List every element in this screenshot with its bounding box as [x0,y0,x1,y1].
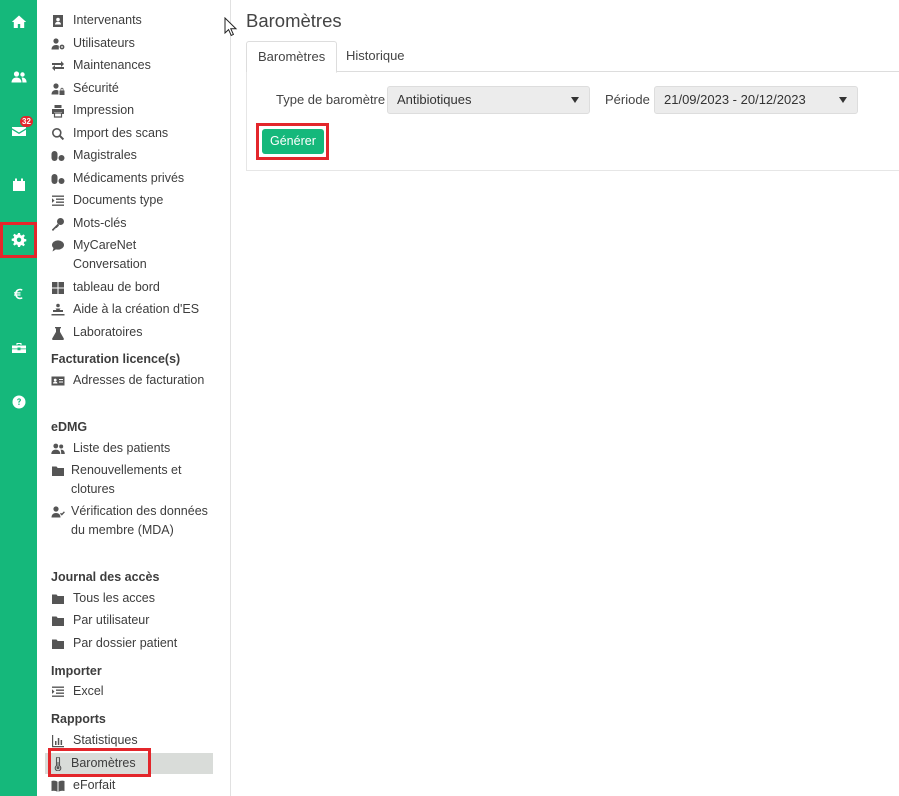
sidebar-item-intervenants[interactable]: Intervenants [47,11,213,30]
folder-icon [47,634,73,653]
nav-home[interactable] [0,4,37,40]
chevron-down-icon [571,97,579,103]
comment-icon [47,236,73,255]
euro-icon [13,288,22,300]
sidebar-item-impression[interactable]: Impression [47,101,213,120]
sidebar-item-statistiques[interactable]: Statistiques [47,731,213,750]
generer-button[interactable]: Générer [262,129,324,154]
section-importer-title: Importer [51,664,102,678]
book-icon [47,776,73,795]
section-edmg-title: eDMG [51,420,88,434]
nav-calendar[interactable] [0,167,37,203]
type-barometre-value: Antibiotiques [397,92,472,107]
sidebar-item-utilisateurs[interactable]: Utilisateurs [47,34,213,53]
main-content: Baromètres Baromètres Historique Type de… [232,0,899,796]
address-card-icon [47,371,73,390]
type-barometre-label: Type de baromètre [276,92,386,107]
type-barometre-select[interactable]: Antibiotiques [387,86,590,114]
exchange-icon [47,56,73,75]
icon-rail: 32 [0,0,37,796]
sidebar-item-renouvellements[interactable]: Renouvellements et clotures [47,461,213,499]
sidebar-item-medicaments-prives[interactable]: Médicaments privés [47,169,213,188]
thermometer-icon [45,753,71,774]
flask-icon [47,323,73,342]
pills-icon [47,169,73,188]
folder-icon [47,461,71,480]
sidebar-item-tableau-de-bord[interactable]: tableau de bord [47,278,213,297]
id-badge-icon [47,11,73,30]
sidebar-item-import-scans[interactable]: Import des scans [47,124,213,143]
tab-barometres[interactable]: Baromètres [246,41,338,73]
sidebar-item-par-dossier-patient[interactable]: Par dossier patient [47,634,213,653]
tab-bar: Baromètres Historique [246,41,899,73]
sidebar-item-securite[interactable]: Sécurité [47,79,213,98]
periode-select[interactable]: 21/09/2023 - 20/12/2023 [654,86,858,114]
sidebar-item-documents-type[interactable]: Documents type [47,191,213,210]
sidebar-item-mots-cles[interactable]: Mots-clés [47,214,213,233]
sidebar-item-verification-mda[interactable]: Vérification des données du membre (MDA) [47,502,213,540]
sidebar-item-maintenances[interactable]: Maintenances [47,56,213,75]
nav-billing[interactable] [0,276,37,312]
sidebar-item-tous-acces[interactable]: Tous les acces [47,589,213,608]
printer-icon [47,101,73,120]
bar-chart-icon [47,731,73,750]
user-cog-icon [47,34,73,53]
nav-users[interactable] [0,59,37,95]
home-icon [11,15,26,28]
toolbox-icon [11,343,26,353]
mouse-cursor-icon [224,17,238,37]
nav-messages[interactable]: 32 [0,113,37,149]
pills-icon [47,146,73,165]
folder-icon [47,589,73,608]
indent-icon [47,191,73,210]
users-icon [47,439,73,458]
sidebar-item-excel[interactable]: Excel [47,682,213,701]
section-journal-title: Journal des accès [51,570,160,584]
barometre-form-panel: Type de baromètre Antibiotiques Période … [246,72,899,171]
key-icon [47,214,73,233]
calendar-icon [12,178,25,191]
periode-value: 21/09/2023 - 20/12/2023 [664,92,806,107]
procedure-icon [47,300,73,319]
users-icon [11,71,27,83]
section-rapports-title: Rapports [51,712,106,726]
sidebar-item-eforfait[interactable]: eForfait [47,776,213,795]
chevron-down-icon [839,97,847,103]
sidebar-item-aide-creation-es[interactable]: Aide à la création d'ES [47,300,213,319]
help-icon [12,395,25,409]
sidebar-item-magistrales[interactable]: Magistrales [47,146,213,165]
dashboard-icon [47,278,73,297]
user-check-icon [47,502,71,521]
user-lock-icon [47,79,73,98]
search-icon [47,124,73,143]
nav-settings[interactable] [0,222,37,258]
sidebar-item-mycarenet[interactable]: MyCareNet Conversation [47,236,213,274]
unread-badge: 32 [20,116,33,127]
page-title: Baromètres [246,10,342,31]
sidebar-item-par-utilisateur[interactable]: Par utilisateur [47,611,213,630]
periode-label: Période [605,92,650,107]
section-facturation-title: Facturation licence(s) [51,352,181,366]
sidebar-item-barometres[interactable]: Baromètres [45,753,213,774]
indent-icon [47,682,73,701]
gear-icon [11,233,26,247]
settings-sidebar: Intervenants Utilisateurs Maintenances S… [37,0,231,796]
sidebar-item-adresses-facturation[interactable]: Adresses de facturation [47,371,213,390]
folder-icon [47,611,73,630]
sidebar-item-laboratoires[interactable]: Laboratoires [47,323,213,342]
nav-tools[interactable] [0,330,37,366]
sidebar-item-liste-patients[interactable]: Liste des patients [47,439,213,458]
tab-historique[interactable]: Historique [335,41,416,72]
nav-help[interactable] [0,384,37,420]
